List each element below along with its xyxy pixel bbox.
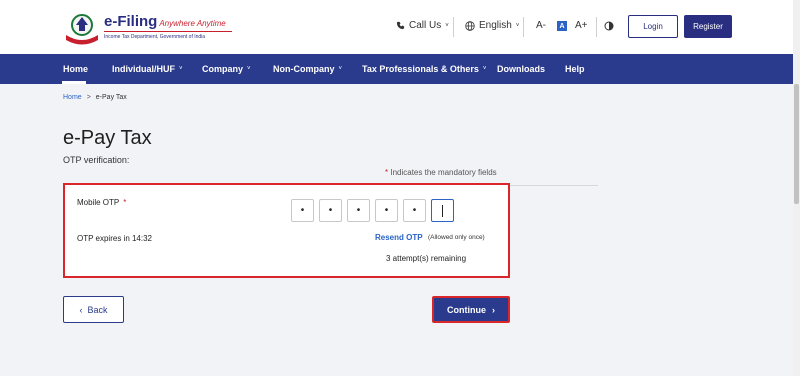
main-nav: Home Individual/HUF ˅ Company ˅ Non-Compan… xyxy=(0,54,800,84)
otp-digit-6[interactable] xyxy=(431,199,454,222)
scrollbar-thumb[interactable] xyxy=(794,84,799,204)
page-title: e-Pay Tax xyxy=(63,127,152,149)
emblem-icon xyxy=(66,14,98,45)
globe-icon xyxy=(465,20,475,31)
nav-downloads[interactable]: Downloads xyxy=(497,54,545,84)
continue-button[interactable]: Continue › xyxy=(432,296,510,323)
chevron-down-icon: ˅ xyxy=(515,22,520,29)
breadcrumb-home-link[interactable]: Home xyxy=(63,94,82,101)
text-cursor xyxy=(442,204,443,217)
required-star: * xyxy=(123,198,127,207)
logo-subtitle: Income Tax Department, Government of Ind… xyxy=(104,34,206,40)
login-button[interactable]: Login xyxy=(628,15,678,38)
site-header: e-Filing Anywhere Anytime Income Tax Depa… xyxy=(0,0,800,54)
nav-individual-huf[interactable]: Individual/HUF ˅ xyxy=(112,54,183,84)
otp-digit-5[interactable]: • xyxy=(403,199,426,222)
otp-digit-2[interactable]: • xyxy=(319,199,342,222)
breadcrumb: Home > e-Pay Tax xyxy=(63,94,127,101)
nav-home[interactable]: Home xyxy=(63,54,88,84)
attempts-remaining: 3 attempt(s) remaining xyxy=(386,254,467,263)
text-size-normal[interactable]: A xyxy=(557,21,567,31)
nav-tax-professionals[interactable]: Tax Professionals & Others ˅ xyxy=(362,54,486,84)
nav-active-indicator xyxy=(62,81,86,84)
logo-divider xyxy=(104,31,232,32)
chevron-left-icon: ‹ xyxy=(79,304,83,315)
language-selector[interactable]: English ˅ xyxy=(465,20,519,31)
breadcrumb-current: e-Pay Tax xyxy=(95,94,127,101)
chevron-down-icon: ˅ xyxy=(482,66,487,72)
text-size-decrease[interactable]: A- xyxy=(536,20,546,31)
breadcrumb-separator: > xyxy=(86,94,91,101)
otp-expiry-text: OTP expires in 14:32 xyxy=(77,234,153,243)
contrast-icon[interactable] xyxy=(604,21,614,31)
chevron-down-icon: ˅ xyxy=(338,66,343,72)
mobile-otp-label: Mobile OTP * xyxy=(77,198,127,207)
resend-allowed-note: (Allowed only once) xyxy=(428,234,485,241)
otp-digit-4[interactable]: • xyxy=(375,199,398,222)
chevron-right-icon: › xyxy=(492,304,495,315)
back-label: Back xyxy=(87,304,108,315)
otp-digit-3[interactable]: • xyxy=(347,199,370,222)
phone-icon xyxy=(396,21,405,30)
chevron-down-icon: ˅ xyxy=(247,66,251,72)
header-divider xyxy=(596,17,597,37)
back-button[interactable]: ‹ Back xyxy=(63,296,124,323)
nav-company[interactable]: Company ˅ xyxy=(202,54,251,84)
call-us-button[interactable]: Call Us ˅ xyxy=(396,20,449,31)
otp-digit-1[interactable]: • xyxy=(291,199,314,222)
continue-label: Continue xyxy=(447,304,486,315)
otp-card xyxy=(63,183,510,278)
mandatory-note: * Indicates the mandatory fields xyxy=(385,168,497,177)
header-divider xyxy=(453,17,454,37)
efiling-logo[interactable]: e-Filing Anywhere Anytime Income Tax Depa… xyxy=(62,11,242,45)
language-label: English xyxy=(479,20,512,31)
text-size-increase[interactable]: A+ xyxy=(575,20,588,31)
header-divider xyxy=(523,17,524,37)
logo-title: e-Filing Anywhere Anytime xyxy=(104,13,226,30)
chevron-down-icon: ˅ xyxy=(445,22,449,29)
chevron-down-icon: ˅ xyxy=(179,66,183,72)
required-star: * xyxy=(385,168,389,177)
page-subtitle: OTP verification: xyxy=(63,155,130,165)
nav-help[interactable]: Help xyxy=(565,54,585,84)
logo-tagline: Anywhere Anytime xyxy=(159,19,226,28)
register-button[interactable]: Register xyxy=(684,15,732,38)
call-us-label: Call Us xyxy=(409,20,442,31)
nav-non-company[interactable]: Non-Company ˅ xyxy=(273,54,342,84)
resend-otp-link[interactable]: Resend OTP xyxy=(375,233,423,242)
